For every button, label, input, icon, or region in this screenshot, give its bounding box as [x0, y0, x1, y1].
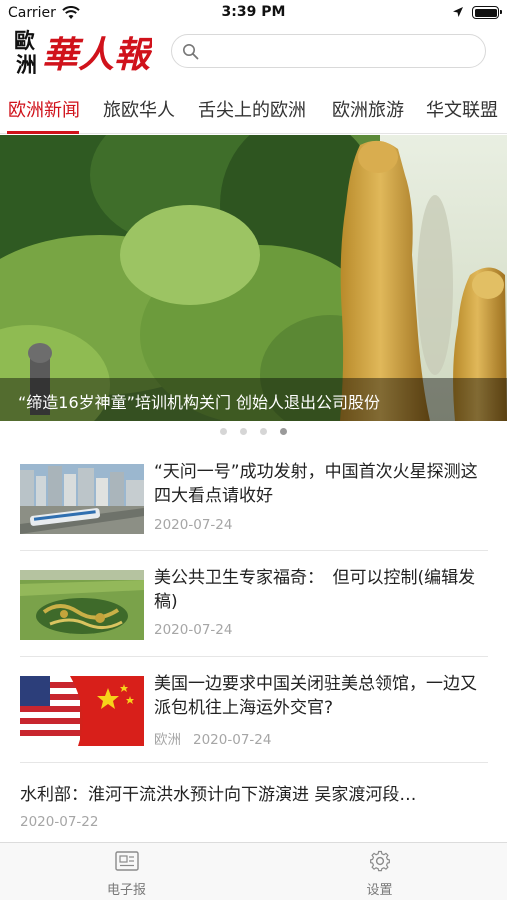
svg-text:歐: 歐: [14, 28, 35, 53]
news-title[interactable]: “天问一号”成功发射，中国首次火星探测这四大看点请收好: [154, 460, 490, 508]
tab-europe-travel[interactable]: 欧洲旅游: [332, 96, 404, 132]
tab-chinese-alliance[interactable]: 华文联盟: [426, 96, 498, 132]
active-tab-indicator: [7, 131, 79, 134]
app-logo[interactable]: 歐 洲 華人報: [12, 24, 152, 78]
tab-european-cuisine[interactable]: 舌尖上的欧洲: [198, 96, 306, 132]
news-title[interactable]: 水利部：淮河干流洪水预计向下游演进 吴家渡河段…: [20, 780, 490, 805]
news-date: 2020-07-24: [154, 622, 233, 638]
divider: [20, 762, 488, 763]
tab-label: 设置: [366, 883, 393, 898]
location-arrow-icon: [453, 7, 463, 17]
news-thumbnail: [20, 676, 144, 746]
news-thumbnail: [20, 570, 144, 640]
news-meta: 2020-07-24: [154, 622, 244, 638]
news-date: 2020-07-22: [20, 814, 99, 830]
bottom-tab-bar: 电子报 设置: [0, 842, 507, 900]
news-title[interactable]: 美国一边要求中国关闭驻美总领馆，一边又派包机往上海运外交官?: [154, 672, 490, 720]
tab-settings[interactable]: 设置: [253, 843, 506, 900]
news-meta: 欧洲 2020-07-24: [154, 728, 283, 748]
category-tabs: 欧洲新闻 旅欧华人 舌尖上的欧洲 欧洲旅游 华文联盟: [0, 86, 507, 134]
news-source: 欧洲: [154, 732, 181, 748]
tab-europe-news[interactable]: 欧洲新闻: [8, 96, 80, 132]
news-title[interactable]: 美公共卫生专家福奇： 但可以控制(编辑发稿): [154, 566, 490, 614]
news-meta: 2020-07-24: [154, 517, 244, 533]
tab-e-newspaper[interactable]: 电子报: [0, 843, 253, 900]
tab-chinese-in-europe[interactable]: 旅欧华人: [103, 96, 175, 132]
newspaper-icon: [115, 851, 139, 871]
news-thumbnail: [20, 464, 144, 534]
carousel-dot-active[interactable]: [280, 428, 287, 435]
news-item[interactable]: “天问一号”成功发射，中国首次火星探测这四大看点请收好 2020-07-24: [20, 460, 488, 540]
status-time: 3:39 PM: [221, 4, 286, 20]
search-bar[interactable]: [171, 34, 486, 68]
news-date: 2020-07-24: [193, 732, 272, 748]
search-icon: [183, 44, 199, 60]
news-item[interactable]: 美公共卫生专家福奇： 但可以控制(编辑发稿) 2020-07-24: [20, 566, 488, 646]
battery-icon: [472, 6, 502, 19]
news-date: 2020-07-24: [154, 517, 233, 533]
carousel-dot[interactable]: [260, 428, 267, 435]
svg-text:洲: 洲: [16, 52, 37, 77]
tab-label: 电子报: [106, 883, 146, 898]
carousel-dot[interactable]: [220, 428, 227, 435]
divider: [20, 656, 488, 657]
status-bar: Carrier 3:39 PM: [0, 0, 507, 26]
news-item[interactable]: 美国一边要求中国关闭驻美总领馆，一边又派包机往上海运外交官? 欧洲 2020-07…: [20, 672, 488, 752]
gear-icon: [370, 850, 390, 872]
carousel-pagination: [0, 426, 507, 438]
search-input[interactable]: [206, 39, 476, 63]
carousel-dot[interactable]: [240, 428, 247, 435]
svg-text:華人報: 華人報: [42, 34, 152, 76]
banner-caption[interactable]: “缔造16岁神童”培训机构关门 创始人退出公司股份: [18, 389, 498, 413]
divider: [20, 550, 488, 551]
